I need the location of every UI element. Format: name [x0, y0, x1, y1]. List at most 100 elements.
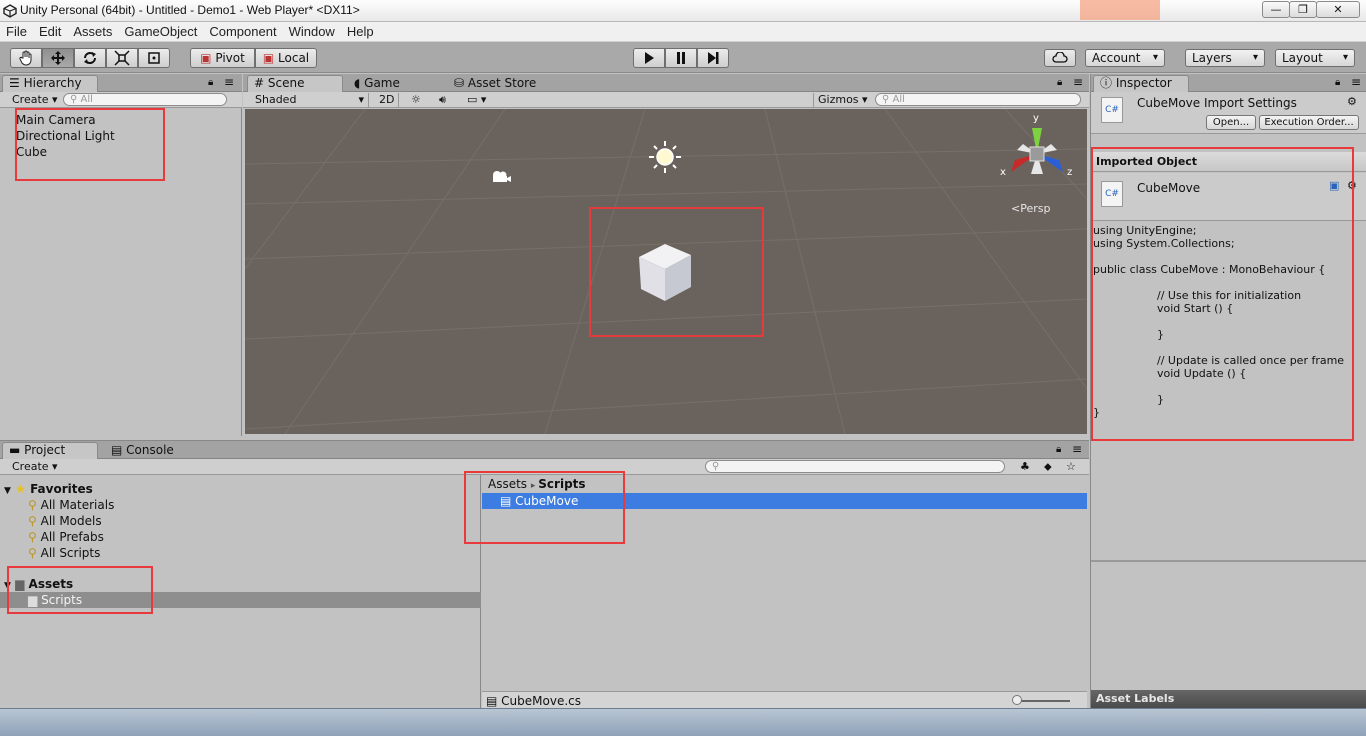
rotate-icon [84, 52, 96, 64]
menu-gameobject[interactable]: GameObject [118, 22, 203, 41]
axis-x-label: x [1000, 167, 1006, 178]
file-highlight-box [464, 471, 625, 544]
slider-thumb[interactable] [1012, 695, 1022, 705]
local-icon: ▣ [262, 51, 275, 65]
divider [1091, 560, 1366, 562]
rect-tool-button[interactable] [138, 48, 170, 68]
tab-console[interactable]: ▤ Console [104, 442, 204, 459]
favorites-button[interactable]: ☆ [1062, 460, 1080, 474]
scale-tool-button[interactable] [106, 48, 138, 68]
menu-assets[interactable]: Assets [67, 22, 118, 41]
step-icon [708, 52, 719, 64]
panel-menu-icon[interactable]: ≡ [224, 75, 234, 89]
tab-inspector[interactable]: ⓘ Inspector [1093, 75, 1189, 92]
pacman-icon: ◖ [354, 76, 361, 90]
open-button[interactable]: Open... [1206, 115, 1256, 130]
hierarchy-tabstrip: ☰ Hierarchy 🔒︎ ≡ [0, 74, 242, 92]
settings-gear-icon[interactable]: ⚙ [1347, 95, 1357, 108]
unity-logo-icon [3, 4, 17, 18]
menu-help[interactable]: Help [341, 22, 380, 41]
tab-project[interactable]: ▬ Project [2, 442, 98, 459]
scene-search-icon: ⚲ [882, 94, 890, 105]
folder-tab-icon: ▬ [9, 443, 21, 457]
cloud-button[interactable] [1044, 49, 1076, 67]
scene-menu-icon[interactable]: ≡ [1073, 75, 1083, 89]
favorite-all-models[interactable]: ⚲ All Models [28, 513, 102, 529]
icon-size-slider[interactable] [1014, 700, 1070, 702]
menu-bar: File Edit Assets GameObject Component Window H… [0, 22, 1366, 42]
star-icon: ☆ [1066, 460, 1076, 473]
tab-game[interactable]: ◖ Game [347, 75, 439, 92]
favorite-all-prefabs[interactable]: ⚲ All Prefabs [28, 529, 104, 545]
shapes-icon: ♣ [1020, 460, 1030, 473]
minimize-button[interactable]: — [1262, 1, 1290, 18]
audio-toggle[interactable]: 🔊︎ [435, 93, 450, 107]
project-lock-icon[interactable]: 🔒︎ [1056, 444, 1061, 455]
restore-button[interactable]: ❐ [1289, 1, 1317, 18]
layers-dropdown[interactable]: Layers [1185, 49, 1265, 67]
hand-tool-button[interactable] [10, 48, 42, 68]
os-taskbar [0, 708, 1366, 736]
scene-search-input[interactable]: ⚲ All [875, 93, 1081, 106]
tab-scene[interactable]: # Scene [247, 75, 343, 92]
project-status-bar: ▤ CubeMove.cs [482, 691, 1087, 709]
menu-file[interactable]: File [0, 22, 33, 41]
play-button[interactable] [633, 48, 665, 68]
rotate-tool-button[interactable] [74, 48, 106, 68]
orientation-gizmo[interactable] [997, 114, 1077, 190]
close-button[interactable]: ✕ [1316, 1, 1360, 18]
perspective-label[interactable]: <Persp [1011, 202, 1050, 215]
lock-icon[interactable]: 🔒︎ [208, 77, 213, 88]
pivot-toggle[interactable]: ▣ Pivot [190, 48, 255, 68]
menu-component[interactable]: Component [203, 22, 282, 41]
lighting-toggle[interactable]: ☼ [407, 93, 425, 107]
tag-icon: ⬥ [1044, 460, 1052, 473]
cube-highlight-box [589, 207, 764, 337]
filter-by-type-button[interactable]: ♣ [1016, 460, 1034, 474]
scale-icon [114, 50, 130, 66]
menu-edit[interactable]: Edit [33, 22, 67, 41]
local-toggle[interactable]: ▣ Local [255, 48, 317, 68]
layout-dropdown[interactable]: Layout [1275, 49, 1355, 67]
sun-icon: ☼ [411, 93, 421, 106]
inspector-tabstrip: ⓘ Inspector 🔒︎ ≡ [1091, 74, 1366, 92]
pause-icon [677, 52, 685, 64]
account-dropdown[interactable]: Account [1085, 49, 1165, 67]
filter-by-label-button[interactable]: ⬥ [1040, 460, 1056, 474]
favorite-all-scripts[interactable]: ⚲ All Scripts [28, 545, 100, 561]
move-tool-button[interactable] [42, 48, 74, 68]
menu-window[interactable]: Window [283, 22, 341, 41]
hierarchy-create-button[interactable]: Create ▾ [8, 93, 62, 107]
project-search-input[interactable]: ⚲ [705, 460, 1005, 473]
grid-icon: # [254, 76, 265, 90]
inspector-lock-icon[interactable]: 🔒︎ [1335, 77, 1340, 88]
inspector-title: CubeMove Import Settings [1137, 96, 1297, 110]
effects-dropdown[interactable]: ▭ ▾ [463, 93, 490, 107]
step-button[interactable] [697, 48, 729, 68]
favorites-star-icon: ★ [15, 482, 26, 496]
cloud-icon [1052, 51, 1068, 63]
project-search-icon: ⚲ [712, 461, 720, 472]
expand-arrow-icon: ▼ [4, 486, 11, 496]
shading-dropdown[interactable]: Shaded ▾ [251, 93, 369, 107]
2d-toggle[interactable]: 2D [375, 93, 400, 107]
hierarchy-search-input[interactable]: ⚲ All [63, 93, 227, 106]
tab-hierarchy[interactable]: ☰ Hierarchy [2, 75, 98, 92]
scene-tabstrip: # Scene ◖ Game ⛁ Asset Store 🔒︎ ≡ [243, 74, 1089, 92]
inspector-highlight-box [1091, 147, 1354, 441]
tab-asset-store[interactable]: ⛁ Asset Store [447, 75, 557, 92]
favorite-all-materials[interactable]: ⚲ All Materials [28, 497, 114, 513]
gizmos-dropdown[interactable]: Gizmos ▾ [813, 93, 872, 107]
project-menu-icon[interactable]: ≡ [1072, 442, 1082, 456]
execution-order-button[interactable]: Execution Order... [1259, 115, 1359, 130]
script-file-icon: ▤ [486, 694, 498, 708]
scene-lock-icon[interactable]: 🔒︎ [1057, 77, 1062, 88]
inspector-menu-icon[interactable]: ≡ [1351, 75, 1361, 89]
project-create-button[interactable]: Create ▾ [8, 460, 62, 474]
play-icon [645, 52, 654, 64]
asset-labels-bar[interactable]: Asset Labels [1091, 690, 1366, 708]
project-panel: ▬ Project ▤ Console 🔒︎ ≡ Create ▾ ⚲ ♣ ⬥ … [0, 440, 1089, 709]
console-icon: ▤ [111, 443, 123, 457]
pause-button[interactable] [665, 48, 697, 68]
store-icon: ⛁ [454, 76, 465, 90]
